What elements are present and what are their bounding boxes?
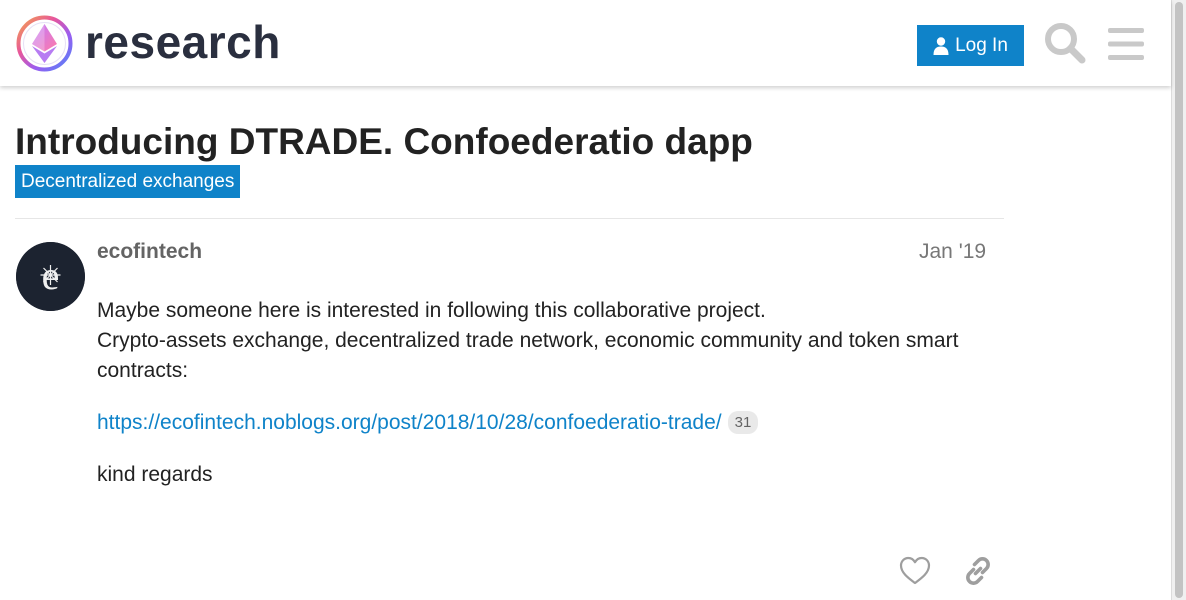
category-badge[interactable]: Decentralized exchanges bbox=[15, 165, 241, 198]
link-click-count: 31 bbox=[727, 411, 759, 434]
user-avatar[interactable]: e bbox=[16, 242, 85, 311]
hamburger-menu-icon[interactable] bbox=[1106, 24, 1146, 64]
search-icon[interactable] bbox=[1043, 21, 1087, 65]
site-title: research bbox=[85, 15, 281, 68]
post-username[interactable]: ecofintech bbox=[97, 240, 202, 264]
post-date[interactable]: Jan '19 bbox=[919, 240, 986, 264]
site-logo[interactable]: research bbox=[16, 15, 281, 72]
topic-title[interactable]: Introducing DTRADE. Confoederatio dapp bbox=[15, 119, 753, 164]
heart-icon[interactable] bbox=[898, 554, 932, 588]
post-closing: kind regards bbox=[97, 463, 213, 486]
login-button[interactable]: Log In bbox=[917, 25, 1024, 66]
post-link[interactable]: https://ecofintech.noblogs.org/post/2018… bbox=[97, 411, 722, 434]
page-scrollbar[interactable] bbox=[1171, 0, 1186, 600]
ethereum-logo-icon bbox=[16, 15, 73, 72]
user-icon bbox=[933, 36, 949, 55]
avatar-image: e bbox=[16, 242, 85, 311]
site-header: research Log In bbox=[0, 0, 1171, 86]
login-label: Log In bbox=[955, 34, 1008, 56]
title-divider bbox=[15, 218, 1004, 219]
link-icon[interactable] bbox=[961, 554, 995, 588]
post-paragraph: Maybe someone here is interested in foll… bbox=[97, 299, 959, 382]
scrollbar-thumb[interactable] bbox=[1175, 2, 1183, 598]
post-link-paragraph: https://ecofintech.noblogs.org/post/2018… bbox=[97, 408, 759, 438]
